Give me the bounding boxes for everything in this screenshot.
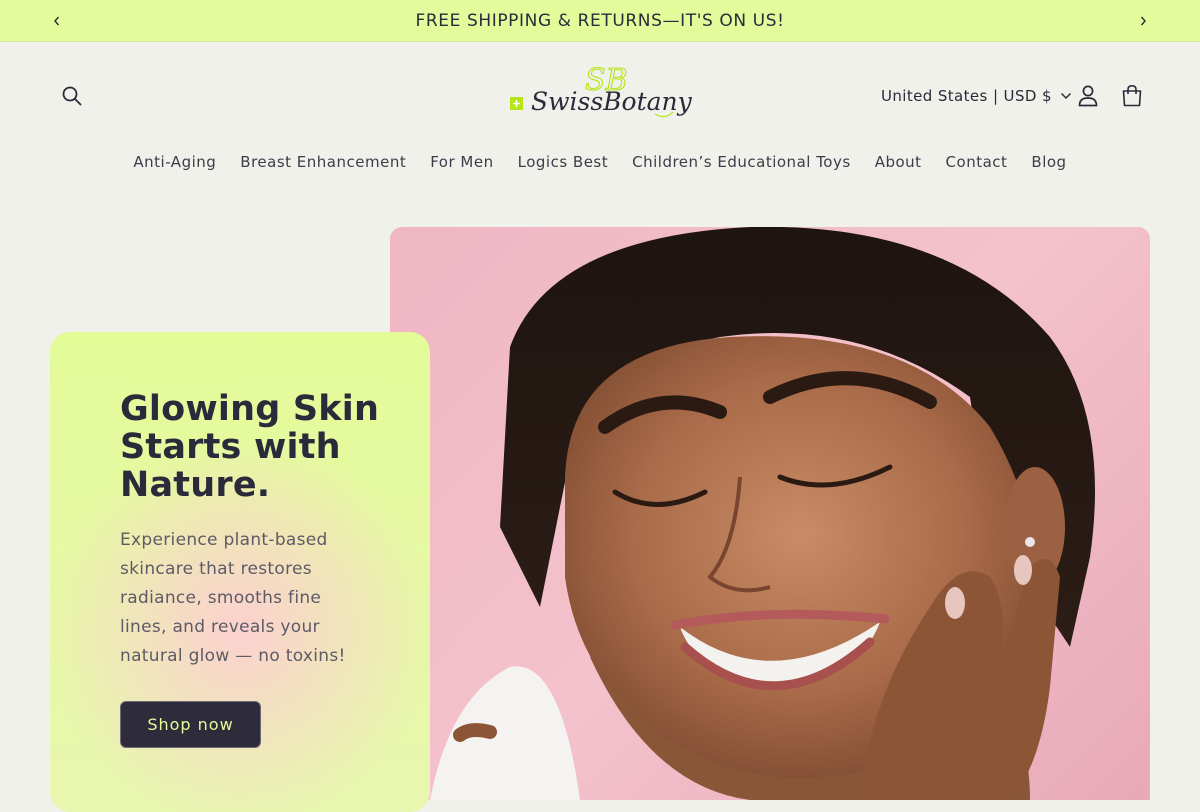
account-button[interactable] — [1074, 82, 1102, 110]
nav-item-contact[interactable]: Contact — [946, 153, 1008, 171]
hero-image — [390, 227, 1150, 800]
country-currency-label: United States | USD $ — [881, 87, 1052, 105]
announcement-bar: FREE SHIPPING & RETURNS—IT'S ON US! — [0, 0, 1200, 42]
chevron-left-icon — [54, 16, 60, 26]
hero-description: Experience plant-based skincare that res… — [120, 530, 346, 666]
nav-item-childrens-educational-toys[interactable]: Children’s Educational Toys — [632, 153, 851, 171]
logo-wordmark: SwissBotany — [531, 87, 693, 116]
site-logo[interactable]: SB SwissBotany — [505, 62, 695, 128]
search-icon — [62, 86, 82, 106]
shop-now-button[interactable]: Shop now — [120, 701, 261, 748]
country-currency-selector[interactable]: United States | USD $ — [881, 84, 1072, 108]
main-nav: Anti-Aging Breast Enhancement For Men Lo… — [0, 148, 1200, 176]
nav-item-blog[interactable]: Blog — [1031, 153, 1066, 171]
cart-icon — [1122, 84, 1142, 107]
hero-title: Glowing Skin Starts with Nature. — [120, 389, 380, 505]
site-header: SB SwissBotany United States | USD $ — [0, 42, 1200, 150]
announcement-next-button[interactable] — [1131, 9, 1155, 33]
hero-card: Glowing Skin Starts with Nature. Experie… — [50, 332, 430, 812]
announcement-text: FREE SHIPPING & RETURNS—IT'S ON US! — [415, 10, 785, 31]
hero-portrait-illustration — [430, 227, 1095, 800]
nav-item-logics-best[interactable]: Logics Best — [518, 153, 609, 171]
chevron-right-icon — [1140, 16, 1146, 26]
nav-item-for-men[interactable]: For Men — [430, 153, 493, 171]
nav-item-about[interactable]: About — [875, 153, 922, 171]
account-icon — [1078, 85, 1098, 107]
search-button[interactable] — [58, 82, 86, 110]
chevron-down-icon — [1060, 92, 1071, 100]
announcement-prev-button[interactable] — [45, 9, 69, 33]
nav-item-breast-enhancement[interactable]: Breast Enhancement — [240, 153, 406, 171]
nav-item-anti-aging[interactable]: Anti-Aging — [133, 153, 216, 171]
brand-logo: SB SwissBotany — [510, 62, 693, 118]
cart-button[interactable] — [1118, 82, 1146, 110]
